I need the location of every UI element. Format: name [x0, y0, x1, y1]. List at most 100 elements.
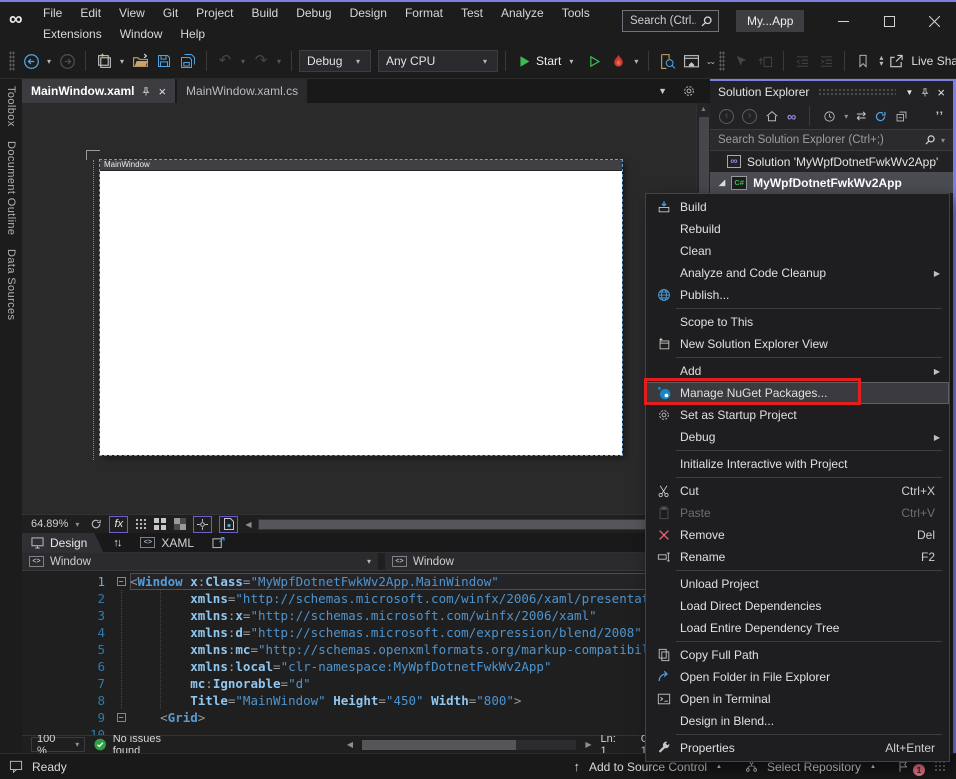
code-line-1[interactable]: 1−<Window x:Class="MyWpfDotnetFwkWv2App.… [22, 573, 710, 590]
open-file-button[interactable] [129, 50, 151, 72]
context-menu-item-unload-project[interactable]: Unload Project [646, 573, 949, 595]
scroll-up-icon[interactable]: ▲ [700, 103, 707, 116]
code-line-2[interactable]: 2 xmlns="http://schemas.microsoft.com/wi… [22, 590, 710, 607]
code-line-4[interactable]: 4 xmlns:d="http://schemas.microsoft.com/… [22, 624, 710, 641]
tool-tab-data-sources[interactable]: Data Sources [5, 249, 17, 320]
filter-dropdown-icon[interactable]: ▾ [844, 112, 848, 121]
expander-icon[interactable]: ◢ [719, 179, 725, 187]
effects-toggle-button[interactable]: fx [109, 516, 128, 533]
context-menu-item-load-direct-dependencies[interactable]: Load Direct Dependencies [646, 595, 949, 617]
double-chevron-down-icon[interactable]: ⌄⌄ [704, 57, 714, 66]
xaml-code-editor[interactable]: 1−<Window x:Class="MyWpfDotnetFwkWv2App.… [22, 571, 710, 735]
menubar-item-analyze[interactable]: Analyze [492, 2, 553, 23]
gear-icon[interactable] [682, 84, 696, 98]
navigate-back-button[interactable] [20, 50, 42, 72]
context-menu-item-open-in-terminal[interactable]: Open in Terminal [646, 688, 949, 710]
menubar-item-git[interactable]: Git [154, 2, 187, 23]
pin-icon[interactable] [920, 87, 930, 98]
scroll-left-icon[interactable]: ◀ [347, 740, 353, 749]
breadcrumb-designer[interactable]: <> Window ▾ [22, 553, 378, 570]
tab-mainwindow-xaml-cs[interactable]: MainWindow.xaml.cs [177, 79, 307, 103]
code-line-5[interactable]: 5 xmlns:mc="http://schemas.openxmlformat… [22, 641, 710, 658]
solution-configuration-dropdown[interactable]: Debug ▾ [299, 50, 371, 72]
hot-reload-button[interactable] [607, 50, 629, 72]
tool-tab-document-outline[interactable]: Document Outline [5, 141, 17, 235]
menubar-item-window[interactable]: Window [111, 23, 172, 44]
context-menu-item-publish[interactable]: Publish... [646, 284, 949, 306]
context-menu-item-rename[interactable]: RenameF2 [646, 546, 949, 568]
toolbar-drag-grip[interactable] [719, 51, 725, 71]
refresh-designer-button[interactable] [90, 518, 102, 530]
disable-project-code-button[interactable] [219, 516, 238, 533]
editor-horizontal-scrollbar[interactable] [362, 740, 576, 750]
breadcrumb-xaml[interactable]: <> Window [385, 553, 686, 570]
designer-zoom-dropdown[interactable]: 64.89% ▾ [27, 516, 83, 532]
start-without-debugging-button[interactable] [583, 50, 605, 72]
context-menu-item-new-solution-explorer-view[interactable]: New Solution Explorer View [646, 333, 949, 355]
pending-changes-filter-button[interactable] [823, 110, 836, 123]
show-grid-button[interactable] [135, 518, 147, 530]
refresh-button[interactable] [874, 110, 887, 123]
find-in-files-button[interactable] [656, 50, 678, 72]
solution-explorer-titlebar[interactable]: Solution Explorer ▼ × [710, 81, 953, 103]
code-line-8[interactable]: 8 Title="MainWindow" Height="450" Width=… [22, 692, 710, 709]
snap-to-snaplines-button[interactable] [193, 516, 212, 533]
context-menu-item-cut[interactable]: CutCtrl+X [646, 480, 949, 502]
context-menu-item-set-as-startup-project[interactable]: Set as Startup Project [646, 404, 949, 426]
context-menu-item-analyze-and-code-cleanup[interactable]: Analyze and Code Cleanup▶ [646, 262, 949, 284]
context-menu-item-initialize-interactive-with-project[interactable]: Initialize Interactive with Project [646, 453, 949, 475]
new-project-dropdown-icon[interactable]: ▾ [117, 57, 127, 66]
menubar-item-project[interactable]: Project [187, 2, 242, 23]
menubar-item-design[interactable]: Design [341, 2, 396, 23]
menubar-item-file[interactable]: File [34, 2, 71, 23]
scrollbar-thumb[interactable] [362, 740, 516, 750]
scroll-left-icon[interactable]: ◀ [245, 520, 251, 529]
design-window-preview[interactable]: MainWindow [100, 160, 622, 455]
xaml-design-surface[interactable]: MainWindow ▲ ▼ [22, 103, 710, 514]
context-menu-item-remove[interactable]: RemoveDel [646, 524, 949, 546]
context-menu-item-debug[interactable]: Debug▶ [646, 426, 949, 448]
menubar-item-format[interactable]: Format [396, 2, 452, 23]
breakpoint-gutter[interactable] [22, 658, 78, 675]
hot-reload-dropdown-icon[interactable]: ▾ [631, 57, 641, 66]
menubar-item-view[interactable]: View [110, 2, 154, 23]
breakpoint-gutter[interactable] [22, 692, 78, 709]
window-position-chevron-icon[interactable]: ▼ [905, 88, 913, 97]
context-menu-item-design-in-blend[interactable]: Design in Blend... [646, 710, 949, 732]
feedback-icon[interactable] [9, 760, 23, 773]
save-all-button[interactable] [177, 50, 199, 72]
tab-xaml-view[interactable]: <> XAML [130, 533, 204, 552]
switch-views-icon[interactable]: ⇄ [856, 109, 866, 123]
solution-explorer-search-input[interactable]: Search Solution Explorer (Ctrl+;) ▾ [710, 129, 953, 151]
breakpoint-gutter[interactable] [22, 607, 78, 624]
context-menu-item-clean[interactable]: Clean [646, 240, 949, 262]
breakpoint-gutter[interactable] [22, 675, 78, 692]
context-menu-item-scope-to-this[interactable]: Scope to This [646, 311, 949, 333]
context-menu-item-rebuild[interactable]: Rebuild [646, 218, 949, 240]
context-menu-item-load-entire-dependency-tree[interactable]: Load Entire Dependency Tree [646, 617, 949, 639]
toolbar-overflow-icon[interactable]: ’’ [936, 109, 944, 123]
collapse-all-button[interactable] [895, 110, 908, 123]
menubar-item-edit[interactable]: Edit [71, 2, 110, 23]
chevron-down-icon[interactable]: ▾ [367, 557, 371, 566]
live-share-button[interactable]: Live Share [888, 54, 956, 69]
context-menu-item-add[interactable]: Add▶ [646, 360, 949, 382]
snapline-toggle-button[interactable] [174, 518, 186, 530]
save-button[interactable] [153, 50, 175, 72]
caret-up-icon[interactable]: ▲ [870, 764, 876, 770]
caret-up-icon[interactable]: ▲ [716, 764, 722, 770]
back-dropdown-icon[interactable]: ▾ [44, 57, 54, 66]
toolbar-drag-grip[interactable] [9, 51, 15, 71]
context-menu-item-manage-nuget-packages[interactable]: Manage NuGet Packages... [646, 382, 949, 404]
new-project-button[interactable] [93, 50, 115, 72]
code-line-10[interactable]: 10 [22, 726, 710, 735]
notification-badge[interactable]: 1 [913, 764, 925, 776]
tab-design-view[interactable]: Design [22, 533, 103, 552]
vertical-split-button[interactable] [204, 533, 233, 552]
context-menu-item-properties[interactable]: PropertiesAlt+Enter [646, 737, 949, 759]
swap-panes-button[interactable]: ↑↓ [103, 533, 130, 552]
breakpoint-gutter[interactable] [22, 709, 78, 726]
document-list-chevron-icon[interactable]: ▼ [658, 86, 667, 96]
menubar-item-extensions[interactable]: Extensions [34, 23, 111, 44]
toggle-bookmark-button[interactable] [852, 50, 874, 72]
